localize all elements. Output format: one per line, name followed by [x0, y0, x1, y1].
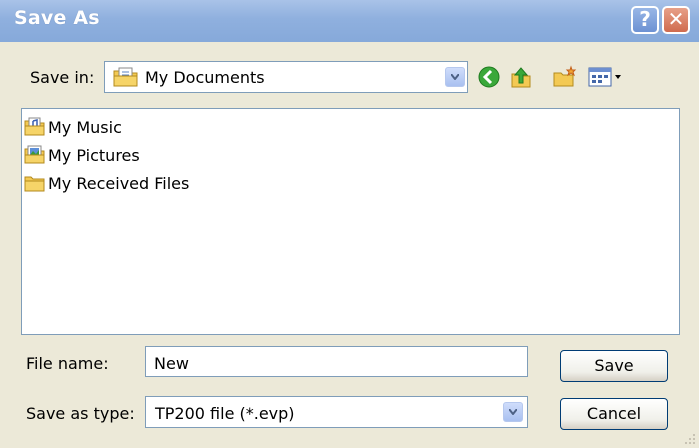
save-in-dropdown[interactable]: My Documents	[104, 61, 468, 93]
file-name-field[interactable]: New	[145, 346, 528, 377]
close-button[interactable]: ✕	[662, 6, 690, 34]
music-folder-icon	[24, 117, 45, 136]
save-as-type-label: Save as type:	[26, 404, 135, 423]
save-as-type-dropdown[interactable]: TP200 file (*.evp)	[145, 396, 528, 428]
list-item-label: My Received Files	[48, 174, 190, 193]
save-in-label: Save in:	[30, 68, 95, 87]
save-in-value: My Documents	[145, 68, 265, 87]
list-item-label: My Pictures	[48, 146, 140, 165]
chevron-down-icon	[451, 74, 459, 80]
dialog-title: Save As	[14, 7, 100, 29]
new-folder-icon[interactable]	[552, 65, 578, 89]
up-folder-icon[interactable]	[509, 65, 533, 89]
save-as-type-value: TP200 file (*.evp)	[155, 404, 295, 423]
help-button[interactable]: ?	[631, 6, 659, 34]
pictures-folder-icon	[24, 145, 45, 164]
save-as-type-dropdown-button[interactable]	[503, 402, 523, 422]
save-in-dropdown-button[interactable]	[445, 67, 465, 87]
chevron-down-icon	[509, 409, 517, 415]
list-item-label: My Music	[48, 118, 122, 137]
resize-grip-icon[interactable]	[681, 430, 697, 446]
file-name-label: File name:	[26, 354, 109, 373]
views-menu-icon[interactable]	[587, 65, 625, 89]
save-button[interactable]: Save	[560, 350, 668, 382]
title-bar[interactable]: Save As ? ✕	[0, 0, 699, 42]
cancel-button[interactable]: Cancel	[560, 398, 668, 430]
documents-folder-icon	[113, 67, 138, 87]
file-list[interactable]: My Music My Pictures My Received Files	[21, 108, 680, 335]
back-icon[interactable]	[477, 65, 501, 89]
folder-icon	[24, 176, 45, 192]
